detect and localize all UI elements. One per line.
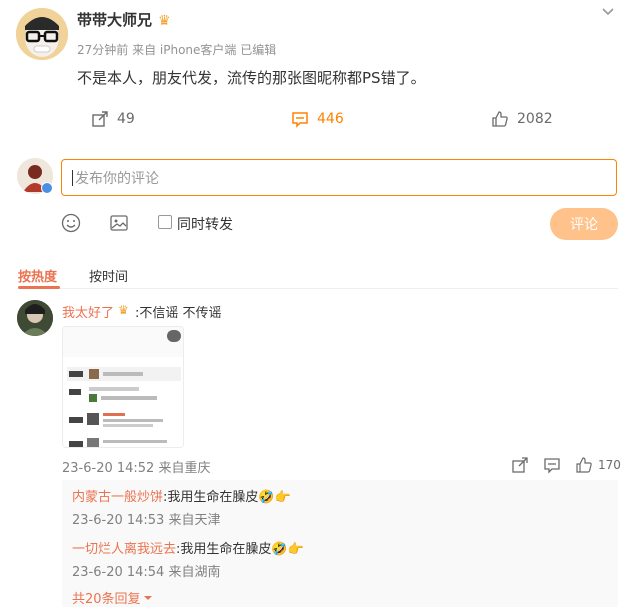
crown-icon: ♛ <box>118 303 129 317</box>
reply-item: 内蒙古一般炒饼:我用生命在臊皮🤣👉 <box>72 486 291 505</box>
reply-text: :我用生命在臊皮🤣👉 <box>176 542 304 557</box>
reply-icon[interactable] <box>543 456 561 474</box>
repost-button[interactable]: 49 <box>91 109 135 129</box>
repost-count: 49 <box>117 111 135 127</box>
repost-icon <box>92 111 108 127</box>
more-replies-label: 共20条回复 <box>72 592 141 607</box>
comment-meta: 23-6-20 14:52 来自重庆 <box>62 461 211 476</box>
repost-checkbox-label: 同时转发 <box>177 217 233 233</box>
comment-like-button[interactable] <box>575 456 593 474</box>
tabs-divider <box>18 288 618 289</box>
tab-sort-hot[interactable]: 按热度 <box>18 266 57 285</box>
more-replies-link[interactable]: 共20条回复 <box>72 588 153 607</box>
chevron-down-icon[interactable] <box>601 4 615 23</box>
comment-image-thumbnail[interactable] <box>62 326 184 448</box>
thumbs-up-icon <box>492 111 508 127</box>
emoji-icon[interactable] <box>61 213 81 233</box>
author-name[interactable]: 带带大师兄 <box>77 9 152 30</box>
reply-user[interactable]: 一切烂人离我远去 <box>72 542 176 557</box>
comment-count: 446 <box>317 111 344 127</box>
commenter-name[interactable]: 我太好了 <box>62 302 114 321</box>
tab-sort-time[interactable]: 按时间 <box>89 266 128 285</box>
caret-down-icon <box>143 596 152 600</box>
share-icon[interactable] <box>511 456 529 474</box>
crown-icon: ♛ <box>158 13 171 29</box>
reply-text: :我用生命在臊皮🤣👉 <box>163 490 291 505</box>
comment-input[interactable]: 发布你的评论 <box>61 159 617 196</box>
reply-user[interactable]: 内蒙古一般炒饼 <box>72 490 163 505</box>
comment-button[interactable]: 446 <box>291 109 344 129</box>
text-cursor <box>72 169 73 186</box>
comment-like-count: 170 <box>598 458 621 472</box>
image-icon[interactable] <box>109 213 129 233</box>
comment-icon <box>292 112 308 128</box>
active-tab-indicator <box>18 286 60 289</box>
like-button[interactable]: 2082 <box>491 109 553 129</box>
post-meta: 27分钟前 来自 iPhone客户端 已编辑 <box>77 43 277 57</box>
comment-text: :不信谣 不传谣 <box>135 306 222 321</box>
submit-comment-button[interactable]: 评论 <box>550 208 618 240</box>
author-avatar[interactable] <box>16 8 68 60</box>
like-count: 2082 <box>517 111 553 127</box>
comment-input-placeholder: 发布你的评论 <box>75 170 159 187</box>
verified-badge-icon <box>41 182 53 194</box>
reply-meta: 23-6-20 14:54 来自湖南 <box>72 565 221 580</box>
commenter-avatar[interactable] <box>17 300 53 336</box>
reply-item: 一切烂人离我远去:我用生命在臊皮🤣👉 <box>72 538 304 557</box>
reply-meta: 23-6-20 14:53 来自天津 <box>72 513 221 528</box>
repost-checkbox[interactable] <box>158 215 172 229</box>
post-text: 不是本人，朋友代发，流传的那张图昵称都PS错了。 <box>77 69 426 87</box>
